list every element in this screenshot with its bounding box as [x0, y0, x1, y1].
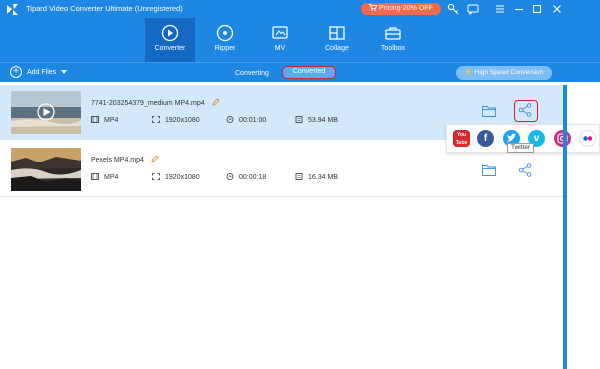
close-icon[interactable]	[551, 3, 563, 15]
resolution-info: 1920x1080	[152, 116, 200, 124]
size-info: 16.34 MB	[295, 173, 338, 181]
menu-icon[interactable]	[494, 3, 506, 15]
folder-icon[interactable]	[482, 164, 496, 176]
chevron-down-icon[interactable]	[61, 70, 68, 75]
tab-ripper[interactable]: Ripper	[200, 18, 250, 62]
file-name: Pexels MP4.mp4	[91, 155, 159, 164]
maximize-icon[interactable]	[531, 3, 543, 15]
resolution-value: 1920x1080	[165, 174, 200, 181]
cart-icon	[369, 4, 378, 11]
share-highlight	[514, 100, 538, 122]
facebook-icon[interactable]: f	[477, 130, 494, 147]
tab-toolbox[interactable]: Toolbox	[368, 18, 418, 62]
flickr-icon[interactable]	[579, 130, 596, 147]
file-size-icon	[295, 173, 303, 180]
header: Tipard Video Converter Ultimate (Unregis…	[0, 0, 600, 62]
format-value: MP4	[104, 117, 119, 124]
resolution-icon	[152, 173, 160, 180]
size-value: 16.34 MB	[308, 174, 338, 181]
toolbar: + Add Files Converting Converted ⚡ High S…	[0, 62, 600, 82]
tab-converter-label: Converter	[154, 45, 186, 52]
file-size-icon	[295, 116, 303, 123]
pricing-label: Pricing-20% OFF	[379, 5, 433, 12]
resolution-value: 1920x1080	[165, 117, 200, 124]
minimize-icon[interactable]	[513, 3, 525, 15]
resolution-info: 1920x1080	[152, 173, 200, 181]
edit-icon[interactable]	[151, 155, 159, 163]
key-icon[interactable]	[447, 3, 459, 15]
size-value: 53.94 MB	[308, 117, 338, 124]
format-value: MP4	[104, 174, 119, 181]
add-icon: +	[10, 66, 22, 79]
pricing-button[interactable]: Pricing-20% OFF	[361, 3, 441, 15]
tab-mv[interactable]: MV	[255, 18, 305, 62]
file-name-text: 7741-203254379_medium MP4.mp4	[91, 100, 205, 107]
tab-converting[interactable]: Converting	[235, 68, 269, 79]
tab-toolbox-label: Toolbox	[380, 45, 406, 52]
tab-collage-label: Collage	[325, 45, 349, 52]
tab-collage[interactable]: Collage	[312, 18, 362, 62]
tab-mv-label: MV	[274, 45, 286, 52]
toolbox-icon	[385, 27, 401, 40]
high-speed-conversion-button[interactable]: ⚡ High Speed Conversion	[456, 66, 552, 80]
tooltip: Twitter	[507, 143, 535, 153]
file-name-text: Pexels MP4.mp4	[91, 157, 144, 164]
edit-icon[interactable]	[212, 98, 220, 106]
tab-converted[interactable]: Converted	[282, 66, 336, 79]
clock-icon	[226, 173, 234, 180]
scrollbar[interactable]	[563, 85, 567, 369]
mv-icon	[272, 26, 288, 39]
film-icon	[91, 173, 99, 180]
video-thumbnail[interactable]	[11, 148, 81, 191]
film-icon	[91, 116, 99, 123]
resolution-icon	[152, 116, 160, 123]
collage-icon	[329, 26, 345, 40]
duration-info: 00:01:00	[226, 116, 266, 124]
file-name: 7741-203254379_medium MP4.mp4	[91, 98, 220, 107]
converter-icon	[161, 24, 179, 42]
lightning-icon: ⚡	[464, 69, 473, 76]
ripper-icon	[216, 24, 234, 42]
feedback-icon[interactable]	[467, 3, 479, 15]
tab-ripper-label: Ripper	[214, 45, 236, 52]
app-logo-icon	[7, 4, 18, 15]
window-title: Tipard Video Converter Ultimate (Unregis…	[26, 4, 183, 13]
duration-value: 00:01:00	[239, 117, 267, 124]
duration-info: 00:00:18	[226, 173, 266, 181]
tab-converter[interactable]: Converter	[145, 18, 195, 62]
folder-icon[interactable]	[482, 105, 496, 117]
duration-value: 00:00:18	[239, 174, 267, 181]
video-thumbnail[interactable]	[11, 91, 81, 134]
clock-icon	[226, 116, 234, 123]
format-info: MP4	[91, 173, 118, 181]
size-info: 53.94 MB	[295, 116, 338, 124]
add-files-label: Add Files	[27, 69, 57, 76]
high-speed-label: High Speed Conversion	[474, 69, 544, 76]
title-bar: Tipard Video Converter Ultimate (Unregis…	[0, 0, 600, 18]
youtube-icon[interactable]: You Tube	[453, 130, 470, 147]
add-files-button[interactable]: + Add Files	[10, 66, 68, 80]
app-window: Tipard Video Converter Ultimate (Unregis…	[0, 0, 600, 369]
format-info: MP4	[91, 116, 118, 124]
share-icon[interactable]	[518, 163, 532, 177]
